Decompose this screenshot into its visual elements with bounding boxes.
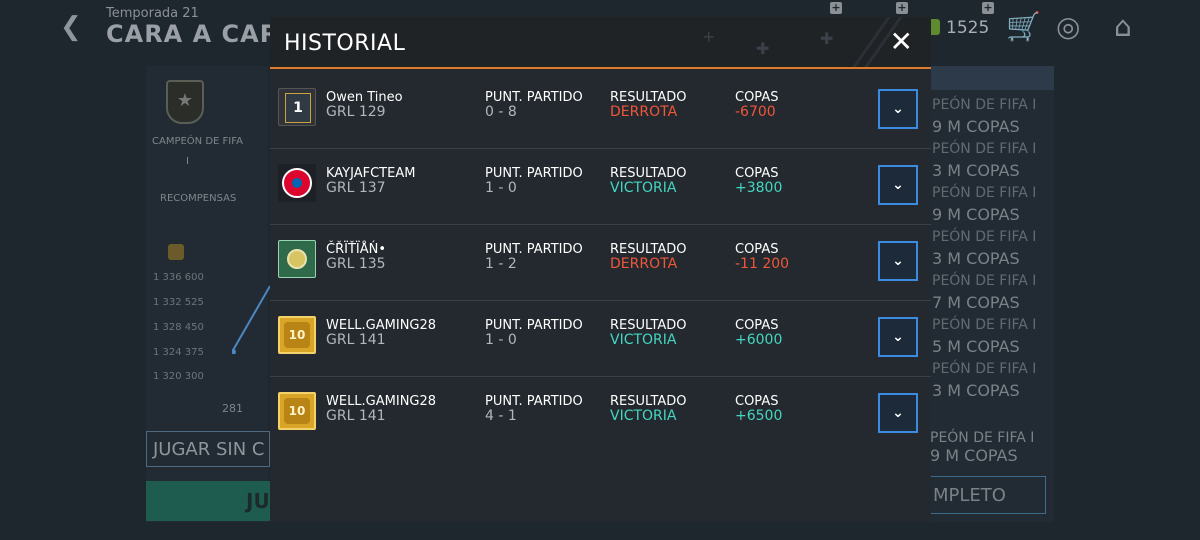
club-crest-icon	[278, 164, 316, 202]
play-without-button[interactable]: JUGAR SIN C	[146, 431, 270, 467]
opponent-rating: GRL 141	[326, 332, 386, 348]
x-tick: 281	[222, 402, 243, 415]
cups-label: COPAS	[735, 90, 779, 105]
decor-cross-icon: ✚	[820, 29, 834, 48]
expand-chevron-icon[interactable]: ⌄	[878, 393, 918, 433]
result-label: RESULTADO	[610, 166, 687, 181]
opponent-rating: GRL 137	[326, 180, 386, 196]
plus-icon[interactable]: +	[830, 2, 842, 14]
cups-delta: +6500	[735, 408, 783, 424]
match-result: VICTORIA	[610, 332, 677, 348]
score-label: PUNT. PARTIDO	[485, 318, 583, 333]
score-label: PUNT. PARTIDO	[485, 242, 583, 257]
y-tick: 1 320 300	[153, 371, 204, 382]
match-row: ČŘÏŤÏÅŃ• GRL 135 PUNT. PARTIDO 1 - 2 RES…	[270, 225, 931, 301]
match-result: VICTORIA	[610, 408, 677, 424]
reward-row: PEÓN DE FIFA I9 M COPAS	[932, 185, 1037, 224]
match-row: 10 WELL.GAMING28 GRL 141 PUNT. PARTIDO 4…	[270, 377, 931, 452]
reward-row: PEÓN DE FIFA I9 M COPAS	[932, 97, 1037, 136]
score-label: PUNT. PARTIDO	[485, 166, 583, 181]
expand-chevron-icon[interactable]: ⌄	[878, 241, 918, 281]
view-complete-button[interactable]: MPLETO	[930, 476, 1046, 514]
gold-badge-icon: 10	[278, 392, 316, 430]
reward-footer: PEÓN DE FIFA I9 M COPAS	[930, 430, 1035, 465]
cups-delta: +6000	[735, 332, 783, 348]
plus-icon[interactable]: +	[896, 2, 908, 14]
reward-row: PEÓN DE FIFA I3 M COPAS	[932, 141, 1037, 180]
club-crest-icon	[278, 240, 316, 278]
play-button[interactable]: JU	[146, 481, 270, 521]
plus-icon[interactable]: +	[982, 2, 994, 14]
season-label: Temporada 21	[106, 6, 199, 21]
cups-label: COPAS	[735, 318, 779, 333]
modal-header: HISTORIAL + ✚ ✚ ✕	[270, 17, 931, 69]
match-score: 1 - 2	[485, 256, 517, 272]
rewards-tab[interactable]: RECOMPENSAS	[160, 193, 236, 204]
match-result: VICTORIA	[610, 180, 677, 196]
cups-delta: -11 200	[735, 256, 790, 272]
history-modal: HISTORIAL + ✚ ✚ ✕ 1 Owen Tineo GRL 129 P…	[270, 17, 931, 522]
match-row: 1 Owen Tineo GRL 129 PUNT. PARTIDO 0 - 8…	[270, 73, 931, 149]
score-label: PUNT. PARTIDO	[485, 90, 583, 105]
opponent-name: WELL.GAMING28	[326, 318, 437, 333]
coin-count: 1525	[946, 18, 990, 38]
reward-row: PEÓN DE FIFA I7 M COPAS	[932, 273, 1037, 312]
expand-chevron-icon[interactable]: ⌄	[878, 89, 918, 129]
decor-cross-icon: +	[702, 27, 716, 46]
y-tick: 1 328 450	[153, 322, 204, 333]
result-label: RESULTADO	[610, 318, 687, 333]
expand-chevron-icon[interactable]: ⌄	[878, 317, 918, 357]
reward-row: PEÓN DE FIFA I3 M COPAS	[932, 361, 1037, 400]
opponent-name: KAYJAFCTEAM	[326, 166, 416, 181]
match-result: DERROTA	[610, 256, 678, 272]
y-tick: 1 332 525	[153, 297, 204, 308]
cups-delta: -6700	[735, 104, 776, 120]
right-panel-header	[930, 66, 1054, 90]
y-tick: 1 324 375	[153, 347, 204, 358]
division-shield-icon: ★	[166, 80, 204, 124]
match-score: 1 - 0	[485, 180, 517, 196]
back-arrow-icon[interactable]: ❮	[60, 12, 82, 42]
opponent-rating: GRL 141	[326, 408, 386, 424]
gold-badge-icon: 10	[278, 316, 316, 354]
expand-chevron-icon[interactable]: ⌄	[878, 165, 918, 205]
close-icon[interactable]: ✕	[890, 27, 913, 57]
progress-chart-line	[232, 285, 270, 354]
cups-label: COPAS	[735, 242, 779, 257]
score-label: PUNT. PARTIDO	[485, 394, 583, 409]
reward-row: PEÓN DE FIFA I5 M COPAS	[932, 317, 1037, 356]
result-label: RESULTADO	[610, 394, 687, 409]
opponent-name: WELL.GAMING28	[326, 394, 437, 409]
result-label: RESULTADO	[610, 90, 687, 105]
opponent-name: ČŘÏŤÏÅŃ•	[326, 242, 387, 257]
y-tick: 1 336 600	[153, 272, 204, 283]
match-result: DERROTA	[610, 104, 678, 120]
division-level: I	[186, 156, 189, 167]
result-label: RESULTADO	[610, 242, 687, 257]
player-badge-icon: 1	[278, 88, 316, 126]
trophy-icon	[168, 244, 184, 260]
division-title: CAMPEÓN DE FIFA	[152, 136, 243, 147]
match-score: 0 - 8	[485, 104, 517, 120]
opponent-rating: GRL 135	[326, 256, 386, 272]
modal-title: HISTORIAL	[284, 31, 406, 56]
opponent-rating: GRL 129	[326, 104, 386, 120]
home-icon[interactable]: ⌂	[1114, 10, 1132, 43]
target-icon[interactable]: ◎	[1056, 10, 1080, 43]
match-row: 10 WELL.GAMING28 GRL 141 PUNT. PARTIDO 1…	[270, 301, 931, 377]
match-score: 1 - 0	[485, 332, 517, 348]
match-row: KAYJAFCTEAM GRL 137 PUNT. PARTIDO 1 - 0 …	[270, 149, 931, 225]
cups-label: COPAS	[735, 166, 779, 181]
decor-cross-icon: ✚	[756, 39, 770, 58]
reward-row: PEÓN DE FIFA I3 M COPAS	[932, 229, 1037, 268]
cups-label: COPAS	[735, 394, 779, 409]
opponent-name: Owen Tineo	[326, 90, 403, 105]
cart-icon[interactable]: 🛒	[1006, 10, 1041, 43]
cups-delta: +3800	[735, 180, 783, 196]
match-score: 4 - 1	[485, 408, 517, 424]
